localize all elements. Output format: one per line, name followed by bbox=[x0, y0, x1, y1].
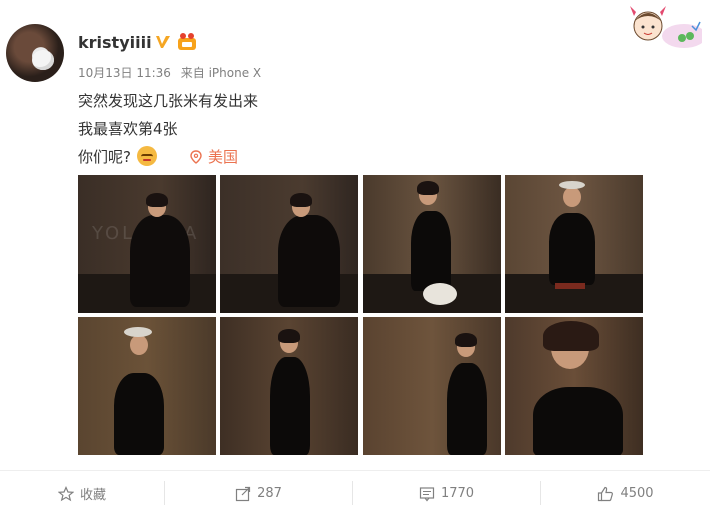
chair-prop bbox=[555, 283, 585, 289]
hair bbox=[543, 321, 599, 351]
location-link[interactable]: 美国 bbox=[190, 146, 238, 167]
repost-count: 287 bbox=[257, 486, 282, 501]
thumbs-up-icon bbox=[598, 486, 614, 501]
photo-thumbnail[interactable] bbox=[363, 317, 501, 455]
photo-thumbnail[interactable] bbox=[220, 317, 358, 455]
favorite-button[interactable]: 收藏 bbox=[0, 471, 164, 516]
decorative-girl-sticker-icon bbox=[630, 6, 702, 48]
verified-v-icon bbox=[156, 36, 170, 48]
post-source: 来自 iPhone X bbox=[180, 66, 262, 80]
photo-thumbnail[interactable] bbox=[220, 175, 358, 313]
action-bar: 收藏 287 1770 4500 bbox=[0, 471, 710, 516]
member-crown-icon[interactable] bbox=[176, 32, 198, 52]
repost-button[interactable]: 287 bbox=[165, 471, 352, 516]
post-meta: 10月13日 11:36 来自 iPhone X bbox=[78, 64, 267, 81]
location-pin-icon bbox=[190, 150, 202, 164]
hat-prop bbox=[423, 283, 457, 305]
post-text-line-1: 突然发现这几张米有发出来 bbox=[78, 92, 259, 110]
photo-thumbnail[interactable] bbox=[78, 317, 216, 455]
share-icon bbox=[235, 486, 251, 501]
photo-thumbnail[interactable] bbox=[505, 317, 643, 455]
location-label: 美国 bbox=[208, 148, 239, 166]
post-text-line-3-label: 你们呢? bbox=[78, 148, 131, 166]
star-icon bbox=[57, 485, 74, 501]
hat-prop bbox=[124, 327, 152, 337]
post-text-line-2: 我最喜欢第4张 bbox=[78, 120, 178, 138]
like-button[interactable]: 4500 bbox=[541, 471, 710, 516]
avatar[interactable] bbox=[6, 24, 64, 82]
photo-thumbnail[interactable]: YOLANDA bbox=[78, 175, 216, 313]
sleepy-face-emoji-icon bbox=[136, 146, 157, 166]
post-text-line-3: 你们呢? bbox=[78, 146, 157, 167]
comment-count: 1770 bbox=[440, 486, 475, 501]
weibo-post-card: kristyiiii 10月13日 11:36 来自 iPhone X 突然发现… bbox=[0, 0, 710, 516]
photo-thumbnail[interactable] bbox=[363, 175, 501, 313]
post-date[interactable]: 10月13日 11:36 bbox=[78, 66, 171, 80]
photo-grid: YOLANDA bbox=[78, 175, 643, 458]
like-count: 4500 bbox=[620, 486, 654, 501]
hat-prop bbox=[559, 181, 585, 189]
favorite-label: 收藏 bbox=[79, 488, 106, 503]
comment-button[interactable]: 1770 bbox=[353, 471, 540, 516]
comment-icon bbox=[419, 486, 435, 501]
username[interactable]: kristyiiii bbox=[78, 33, 152, 52]
photo-thumbnail[interactable] bbox=[505, 175, 643, 313]
